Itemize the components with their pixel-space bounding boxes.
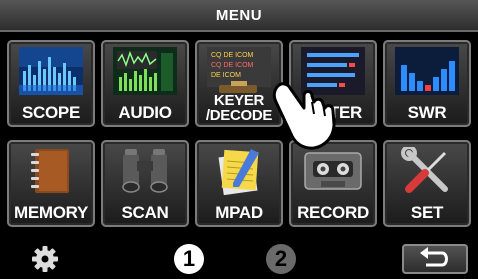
binoculars-icon bbox=[122, 149, 168, 193]
svg-text:DE ICOM: DE ICOM bbox=[211, 72, 241, 79]
audio-label: AUDIO bbox=[118, 103, 172, 122]
record-label: RECORD bbox=[297, 203, 369, 222]
swr-label: SWR bbox=[407, 103, 447, 122]
pointing-hand-icon bbox=[272, 82, 336, 150]
gear-icon[interactable] bbox=[32, 246, 58, 272]
mpad-label: MPAD bbox=[215, 203, 263, 222]
svg-text:CQ DE ICOM: CQ DE ICOM bbox=[211, 52, 254, 59]
page-indicator-1[interactable]: 1 bbox=[174, 244, 204, 274]
swr-button[interactable]: SWR bbox=[383, 40, 471, 127]
menu-grid: SCOPE AUDIO CQ DE ICOM CQ DE ICOM DE ICO… bbox=[7, 40, 473, 236]
bottom-bar: 1 2 bbox=[0, 240, 478, 278]
record-button[interactable]: RECORD bbox=[289, 140, 377, 227]
set-label: SET bbox=[410, 203, 444, 222]
svg-text:CQ DE ICOM: CQ DE ICOM bbox=[211, 62, 254, 69]
menu-title-bar: MENU bbox=[0, 0, 478, 32]
keyer-decode-icon: CQ DE ICOM CQ DE ICOM DE ICOM bbox=[207, 47, 271, 93]
scan-label: SCAN bbox=[121, 203, 169, 222]
page-indicator-2[interactable]: 2 bbox=[266, 244, 296, 274]
swr-icon bbox=[395, 47, 459, 95]
page-indicator-2-label: 2 bbox=[274, 246, 288, 271]
mpad-button[interactable]: MPAD bbox=[195, 140, 283, 227]
wrench-screwdriver-icon bbox=[401, 147, 448, 193]
set-button[interactable]: SET bbox=[383, 140, 471, 227]
audio-icon bbox=[113, 47, 177, 95]
keyer-decode-label-text: KEYER /DECODE bbox=[205, 92, 273, 124]
memory-label: MEMORY bbox=[13, 203, 89, 222]
return-arrow-icon bbox=[420, 247, 448, 267]
scan-button[interactable]: SCAN bbox=[101, 140, 189, 227]
memory-button[interactable]: MEMORY bbox=[7, 140, 95, 227]
audio-button[interactable]: AUDIO bbox=[101, 40, 189, 127]
cassette-icon bbox=[304, 152, 362, 190]
scope-label: SCOPE bbox=[21, 103, 81, 122]
scope-icon bbox=[19, 47, 83, 95]
memory-book-icon bbox=[31, 149, 69, 193]
page-indicator-1-label: 1 bbox=[182, 246, 196, 271]
scope-button[interactable]: SCOPE bbox=[7, 40, 95, 127]
back-button[interactable] bbox=[402, 244, 468, 274]
memo-pad-icon bbox=[218, 149, 259, 195]
menu-title: MENU bbox=[215, 6, 263, 24]
